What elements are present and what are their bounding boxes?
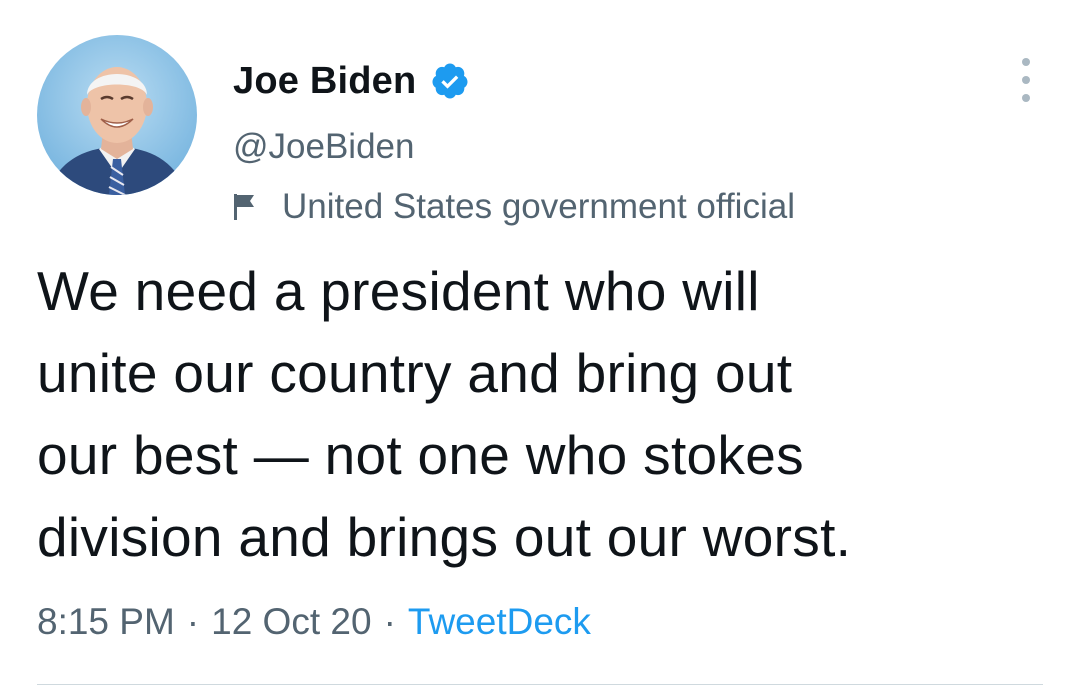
verified-badge-icon [432, 63, 468, 99]
tweet-source-link[interactable]: TweetDeck [408, 600, 591, 644]
display-name[interactable]: Joe Biden [233, 62, 416, 100]
separator: · [186, 601, 200, 642]
profile-photo-icon [37, 35, 197, 195]
flag-icon [234, 194, 254, 220]
more-options-icon[interactable] [1018, 58, 1034, 102]
divider [37, 684, 1043, 685]
tweet-text: We need a president who will unite our c… [37, 260, 852, 568]
government-label-text: United States government official [282, 187, 795, 226]
author-name-row: Joe Biden [233, 56, 470, 106]
avatar[interactable] [37, 35, 197, 195]
tweet-card: Joe Biden @JoeBiden United States govern… [0, 0, 1080, 687]
government-label[interactable]: United States government official [232, 186, 795, 228]
separator: · [383, 601, 396, 642]
tweet-time[interactable]: 8:15 PM [37, 600, 175, 644]
tweet-metadata: 8:15 PM · 12 Oct 20 · TweetDeck [37, 600, 591, 644]
tweet-date[interactable]: 12 Oct 20 [211, 600, 371, 644]
author-handle[interactable]: @JoeBiden [233, 127, 414, 167]
